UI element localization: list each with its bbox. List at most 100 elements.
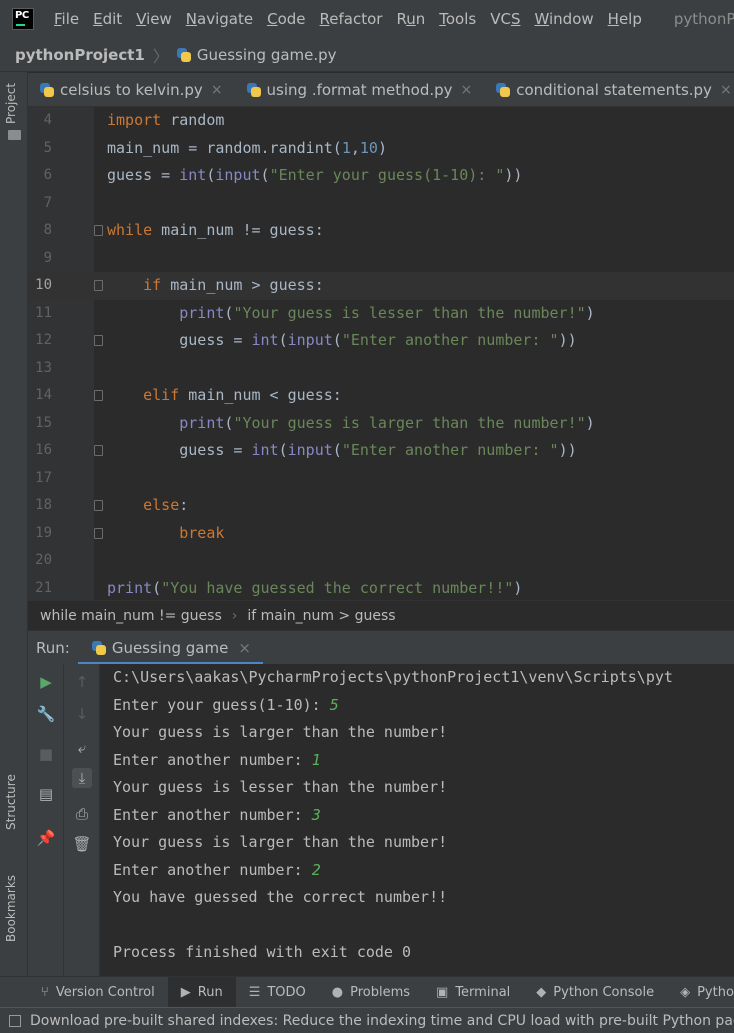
menu-item-vcs[interactable]: VCS [490,10,520,28]
console-line: You have guessed the correct number!! [113,884,447,912]
run-toolbar-primary: ▶ 🔧 ■ ▤ 📌 [28,664,64,976]
menu-item-mnemonic: E [93,10,103,28]
tool-tab-label: Run [197,985,223,1000]
python-console-icon: ◆ [536,985,547,1000]
fold-marker-icon[interactable] [94,335,103,346]
code-token: ) [585,413,595,432]
tool-tab-problems[interactable]: ● Problems [319,977,423,1008]
menu-item-edit[interactable]: Edit [93,10,122,28]
wrench-icon[interactable]: 🔧 [36,704,56,724]
code-editor[interactable]: 4 import random 5 main_num = random.randint… [28,107,734,600]
code-token: guess = [107,441,252,459]
menu-item-refactor[interactable]: Refactor [320,10,383,28]
editor-tab[interactable]: using .format method.py × [235,73,485,106]
run-panel-label: Run: [36,638,70,657]
menu-item-navigate[interactable]: Navigate [186,10,253,28]
window-icon[interactable] [9,1014,21,1027]
editor-tab[interactable]: conditional statements.py × [484,73,734,106]
menu-item-text: ile [61,10,80,28]
menu-item-window[interactable]: Window [534,10,593,28]
status-message[interactable]: Download pre-built shared indexes: Reduc… [30,1013,734,1029]
breadcrumb-file[interactable]: Guessing game.py [197,46,337,64]
tool-tab-run[interactable]: ▶ Run [167,977,236,1008]
code-line: 11 print("Your guess is lesser than the … [28,300,734,328]
bookmarks-tool-button[interactable]: Bookmarks [4,875,18,942]
menu-item-mnemonic: u [406,10,416,28]
line-number: 13 [35,359,52,376]
code-line: 15 print("Your guess is larger than the … [28,410,734,438]
fold-marker-icon[interactable] [94,390,103,401]
line-number: 7 [43,194,52,211]
trash-icon[interactable]: 🗑 [72,834,92,854]
line-number: 21 [35,579,52,596]
code-token: ) [513,578,523,597]
menu-bar: PC File Edit View Navigate Code Refactor Run To… [0,0,734,38]
fold-marker-icon[interactable] [94,527,103,539]
layout-icon[interactable]: ▤ [36,784,56,804]
terminal-icon: ▣ [436,985,449,1000]
menu-item-text: R [396,10,407,28]
editor-tab[interactable]: celsius to kelvin.py × [28,73,235,106]
stop-icon[interactable]: ■ [36,744,56,764]
console-user-input: 5 [329,695,339,714]
code-text: guess = int(input("Enter another number:… [107,327,576,355]
python-file-icon [40,82,54,97]
soft-wrap-icon[interactable]: ⤶ [72,738,92,758]
close-icon[interactable]: × [211,82,223,98]
run-console[interactable]: C:\Users\aakas\PycharmProjects\pythonPro… [100,664,734,976]
code-token: )) [558,441,577,459]
menu-item-help[interactable]: Help [608,10,642,28]
menu-item-code[interactable]: Code [267,10,305,28]
print-icon[interactable]: ⎙ [72,804,92,824]
menu-item-file[interactable]: File [54,10,79,28]
line-number: 20 [35,552,52,568]
breadcrumb-if[interactable]: if main_num > guess [247,608,395,624]
menu-item-tools[interactable]: Tools [439,10,476,28]
project-tool-button[interactable]: Project [4,83,18,124]
code-token: )) [504,166,523,184]
code-token: ) [377,138,387,157]
code-line: 5 main_num = random.randint(1,10) [28,135,734,163]
left-bottom-strip [0,976,28,1008]
tool-tab-terminal[interactable]: ▣ Terminal [423,977,523,1008]
run-tab-label: Guessing game [111,638,229,657]
console-output: Process finished with exit code 0 [113,943,412,961]
line-number: 12 [35,332,52,348]
structure-tool-button[interactable]: Structure [4,774,18,830]
close-icon[interactable]: × [238,639,251,657]
tool-tab-python[interactable]: ◈ Python [667,977,734,1008]
pin-icon[interactable]: 📌 [36,828,56,848]
fold-marker-icon[interactable] [94,500,103,511]
tool-tab-python-console[interactable]: ◆ Python Console [523,977,667,1008]
window-title: pythonProje [673,10,734,28]
console-output: Enter another number: [113,750,312,769]
bottom-tool-tabs: ⑂ Version Control ▶ Run ☰ TODO ● Problems ▣ Termi… [28,976,734,1008]
code-line: 18 else: [28,492,734,520]
code-token: main_num < guess: [179,386,342,404]
console-output: Enter your guess(1-10): [113,695,330,714]
tool-tab-version-control[interactable]: ⑂ Version Control [28,977,168,1008]
arrow-down-icon[interactable]: ↓ [72,704,92,724]
menu-item-run[interactable]: Run [396,10,425,28]
code-token: 1 [341,138,351,157]
code-line: 19 break [28,520,734,548]
run-tab-guessing-game[interactable]: Guessing game × [77,631,264,665]
fold-marker-icon[interactable] [94,225,103,236]
close-icon[interactable]: × [720,82,732,98]
close-icon[interactable]: × [461,82,473,98]
tool-tab-todo[interactable]: ☰ TODO [236,977,319,1008]
code-token: "Your guess is lesser than the number!" [233,303,586,322]
code-token: ( [278,331,288,349]
scroll-to-end-icon[interactable]: ⤓ [72,768,92,788]
code-token: int [179,166,207,184]
arrow-up-icon[interactable]: ↑ [72,672,92,692]
fold-marker-icon[interactable] [94,445,103,456]
rerun-icon[interactable]: ▶ [36,672,56,692]
menu-item-view[interactable]: View [136,10,172,28]
code-token: input [215,166,261,184]
breadcrumb-project[interactable]: pythonProject1 [15,46,145,64]
breadcrumb-while[interactable]: while main_num != guess [40,608,222,624]
fold-marker-icon[interactable] [94,280,103,291]
